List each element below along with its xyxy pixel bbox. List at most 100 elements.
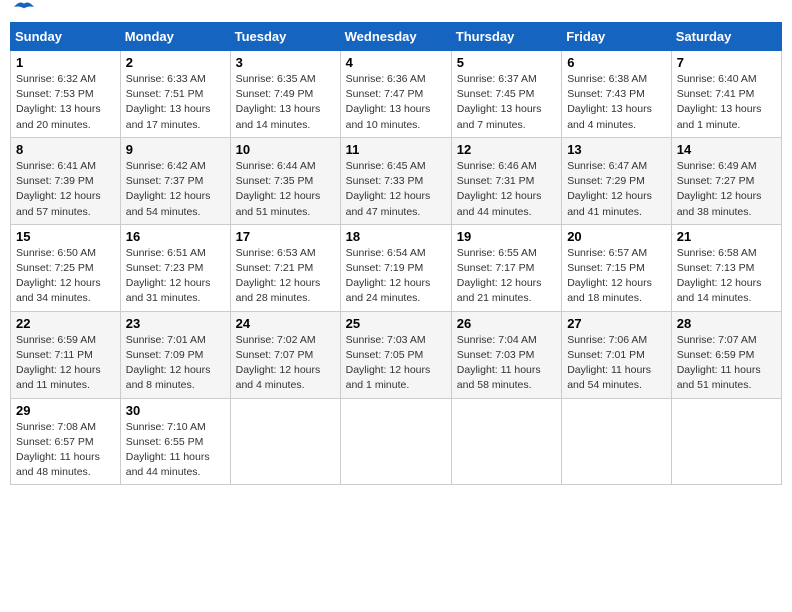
day-info: Sunrise: 6:40 AMSunset: 7:41 PMDaylight:…	[677, 73, 762, 131]
calendar-cell: 9 Sunrise: 6:42 AMSunset: 7:37 PMDayligh…	[120, 137, 230, 224]
calendar-cell	[340, 398, 451, 485]
day-number: 27	[567, 316, 666, 331]
calendar-cell	[562, 398, 672, 485]
day-info: Sunrise: 6:59 AMSunset: 7:11 PMDaylight:…	[16, 334, 101, 392]
day-number: 21	[677, 229, 776, 244]
day-number: 13	[567, 142, 666, 157]
day-number: 10	[236, 142, 335, 157]
day-number: 6	[567, 55, 666, 70]
calendar-cell	[230, 398, 340, 485]
calendar-cell: 16 Sunrise: 6:51 AMSunset: 7:23 PMDaylig…	[120, 224, 230, 311]
day-number: 28	[677, 316, 776, 331]
calendar-cell: 20 Sunrise: 6:57 AMSunset: 7:15 PMDaylig…	[562, 224, 672, 311]
day-info: Sunrise: 6:53 AMSunset: 7:21 PMDaylight:…	[236, 247, 321, 305]
day-info: Sunrise: 6:32 AMSunset: 7:53 PMDaylight:…	[16, 73, 101, 131]
weekday-header-saturday: Saturday	[671, 23, 781, 51]
calendar-cell	[451, 398, 561, 485]
calendar-week-3: 15 Sunrise: 6:50 AMSunset: 7:25 PMDaylig…	[11, 224, 782, 311]
day-info: Sunrise: 7:02 AMSunset: 7:07 PMDaylight:…	[236, 334, 321, 392]
day-info: Sunrise: 6:45 AMSunset: 7:33 PMDaylight:…	[346, 160, 431, 218]
calendar-cell: 1 Sunrise: 6:32 AMSunset: 7:53 PMDayligh…	[11, 51, 121, 138]
calendar-cell: 28 Sunrise: 7:07 AMSunset: 6:59 PMDaylig…	[671, 311, 781, 398]
weekday-header-row: SundayMondayTuesdayWednesdayThursdayFrid…	[11, 23, 782, 51]
day-info: Sunrise: 6:58 AMSunset: 7:13 PMDaylight:…	[677, 247, 762, 305]
calendar-cell: 3 Sunrise: 6:35 AMSunset: 7:49 PMDayligh…	[230, 51, 340, 138]
day-number: 8	[16, 142, 115, 157]
day-number: 17	[236, 229, 335, 244]
page-header	[10, 10, 782, 14]
weekday-header-friday: Friday	[562, 23, 672, 51]
calendar-table: SundayMondayTuesdayWednesdayThursdayFrid…	[10, 22, 782, 485]
calendar-cell: 4 Sunrise: 6:36 AMSunset: 7:47 PMDayligh…	[340, 51, 451, 138]
calendar-cell	[671, 398, 781, 485]
day-info: Sunrise: 7:03 AMSunset: 7:05 PMDaylight:…	[346, 334, 431, 392]
day-info: Sunrise: 6:35 AMSunset: 7:49 PMDaylight:…	[236, 73, 321, 131]
weekday-header-monday: Monday	[120, 23, 230, 51]
calendar-cell: 23 Sunrise: 7:01 AMSunset: 7:09 PMDaylig…	[120, 311, 230, 398]
calendar-week-5: 29 Sunrise: 7:08 AMSunset: 6:57 PMDaylig…	[11, 398, 782, 485]
day-info: Sunrise: 6:44 AMSunset: 7:35 PMDaylight:…	[236, 160, 321, 218]
day-number: 30	[126, 403, 225, 418]
calendar-week-4: 22 Sunrise: 6:59 AMSunset: 7:11 PMDaylig…	[11, 311, 782, 398]
day-info: Sunrise: 6:55 AMSunset: 7:17 PMDaylight:…	[457, 247, 542, 305]
day-info: Sunrise: 6:51 AMSunset: 7:23 PMDaylight:…	[126, 247, 211, 305]
day-number: 14	[677, 142, 776, 157]
day-number: 20	[567, 229, 666, 244]
calendar-week-1: 1 Sunrise: 6:32 AMSunset: 7:53 PMDayligh…	[11, 51, 782, 138]
day-number: 9	[126, 142, 225, 157]
day-info: Sunrise: 6:37 AMSunset: 7:45 PMDaylight:…	[457, 73, 542, 131]
calendar-cell: 29 Sunrise: 7:08 AMSunset: 6:57 PMDaylig…	[11, 398, 121, 485]
day-info: Sunrise: 6:36 AMSunset: 7:47 PMDaylight:…	[346, 73, 431, 131]
day-number: 23	[126, 316, 225, 331]
calendar-cell: 24 Sunrise: 7:02 AMSunset: 7:07 PMDaylig…	[230, 311, 340, 398]
calendar-cell: 26 Sunrise: 7:04 AMSunset: 7:03 PMDaylig…	[451, 311, 561, 398]
logo-bird-icon	[14, 0, 34, 14]
day-number: 4	[346, 55, 446, 70]
day-info: Sunrise: 7:07 AMSunset: 6:59 PMDaylight:…	[677, 334, 761, 392]
day-number: 2	[126, 55, 225, 70]
calendar-cell: 6 Sunrise: 6:38 AMSunset: 7:43 PMDayligh…	[562, 51, 672, 138]
calendar-cell: 25 Sunrise: 7:03 AMSunset: 7:05 PMDaylig…	[340, 311, 451, 398]
calendar-cell: 2 Sunrise: 6:33 AMSunset: 7:51 PMDayligh…	[120, 51, 230, 138]
calendar-cell: 12 Sunrise: 6:46 AMSunset: 7:31 PMDaylig…	[451, 137, 561, 224]
day-info: Sunrise: 6:42 AMSunset: 7:37 PMDaylight:…	[126, 160, 211, 218]
calendar-cell: 8 Sunrise: 6:41 AMSunset: 7:39 PMDayligh…	[11, 137, 121, 224]
day-info: Sunrise: 7:08 AMSunset: 6:57 PMDaylight:…	[16, 421, 100, 479]
day-info: Sunrise: 7:04 AMSunset: 7:03 PMDaylight:…	[457, 334, 541, 392]
day-info: Sunrise: 7:01 AMSunset: 7:09 PMDaylight:…	[126, 334, 211, 392]
day-number: 19	[457, 229, 556, 244]
day-number: 15	[16, 229, 115, 244]
calendar-cell: 19 Sunrise: 6:55 AMSunset: 7:17 PMDaylig…	[451, 224, 561, 311]
weekday-header-thursday: Thursday	[451, 23, 561, 51]
day-number: 18	[346, 229, 446, 244]
calendar-cell: 13 Sunrise: 6:47 AMSunset: 7:29 PMDaylig…	[562, 137, 672, 224]
calendar-cell: 10 Sunrise: 6:44 AMSunset: 7:35 PMDaylig…	[230, 137, 340, 224]
day-number: 22	[16, 316, 115, 331]
weekday-header-wednesday: Wednesday	[340, 23, 451, 51]
day-number: 26	[457, 316, 556, 331]
day-number: 25	[346, 316, 446, 331]
day-number: 16	[126, 229, 225, 244]
day-info: Sunrise: 6:33 AMSunset: 7:51 PMDaylight:…	[126, 73, 211, 131]
day-number: 29	[16, 403, 115, 418]
calendar-cell: 22 Sunrise: 6:59 AMSunset: 7:11 PMDaylig…	[11, 311, 121, 398]
day-number: 11	[346, 142, 446, 157]
day-info: Sunrise: 6:49 AMSunset: 7:27 PMDaylight:…	[677, 160, 762, 218]
day-info: Sunrise: 7:06 AMSunset: 7:01 PMDaylight:…	[567, 334, 651, 392]
calendar-cell: 30 Sunrise: 7:10 AMSunset: 6:55 PMDaylig…	[120, 398, 230, 485]
calendar-cell: 15 Sunrise: 6:50 AMSunset: 7:25 PMDaylig…	[11, 224, 121, 311]
weekday-header-sunday: Sunday	[11, 23, 121, 51]
calendar-cell: 11 Sunrise: 6:45 AMSunset: 7:33 PMDaylig…	[340, 137, 451, 224]
calendar-cell: 7 Sunrise: 6:40 AMSunset: 7:41 PMDayligh…	[671, 51, 781, 138]
day-info: Sunrise: 6:38 AMSunset: 7:43 PMDaylight:…	[567, 73, 652, 131]
calendar-cell: 5 Sunrise: 6:37 AMSunset: 7:45 PMDayligh…	[451, 51, 561, 138]
calendar-cell: 18 Sunrise: 6:54 AMSunset: 7:19 PMDaylig…	[340, 224, 451, 311]
weekday-header-tuesday: Tuesday	[230, 23, 340, 51]
day-number: 12	[457, 142, 556, 157]
day-info: Sunrise: 6:47 AMSunset: 7:29 PMDaylight:…	[567, 160, 652, 218]
day-info: Sunrise: 6:57 AMSunset: 7:15 PMDaylight:…	[567, 247, 652, 305]
logo	[10, 10, 34, 14]
day-info: Sunrise: 7:10 AMSunset: 6:55 PMDaylight:…	[126, 421, 210, 479]
day-info: Sunrise: 6:41 AMSunset: 7:39 PMDaylight:…	[16, 160, 101, 218]
calendar-cell: 14 Sunrise: 6:49 AMSunset: 7:27 PMDaylig…	[671, 137, 781, 224]
